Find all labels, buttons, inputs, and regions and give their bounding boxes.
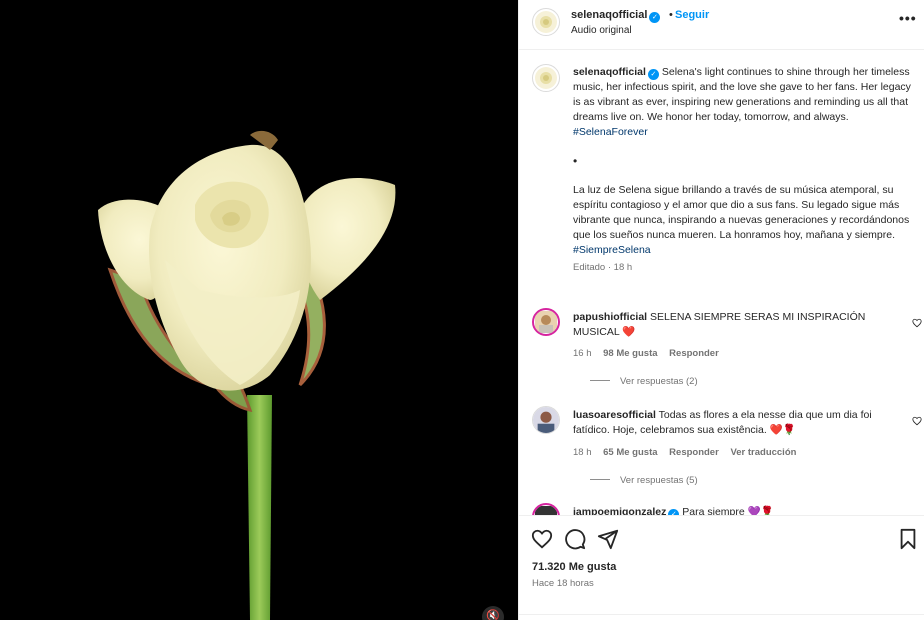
comment-likes[interactable]: 65 Me gusta	[603, 447, 657, 458]
comment-meta: 18 h 65 Me gusta Responder Ver traducció…	[573, 447, 805, 458]
like-comment-heart-icon[interactable]	[912, 318, 922, 328]
edited-timestamp: Editado · 18 h	[573, 262, 633, 273]
heart-icon[interactable]	[531, 528, 553, 550]
replies-divider	[590, 479, 610, 480]
post-timestamp: Hace 18 horas	[532, 578, 594, 589]
author-username[interactable]: selenaqofficial	[571, 9, 647, 21]
commenter-avatar[interactable]	[532, 308, 560, 336]
comment-likes[interactable]: 98 Me gusta	[603, 348, 657, 359]
comment-time: 18 h	[573, 447, 592, 458]
post-header: selenaqofficial ✓ • Seguir Audio original…	[519, 0, 924, 50]
verified-badge-icon: ✓	[647, 69, 659, 80]
caption-text-spanish: La luz de Selena sigue brillando a travé…	[573, 184, 910, 241]
comment-username[interactable]: papushiofficial	[573, 311, 647, 323]
person-avatar-icon	[535, 506, 557, 515]
comment-body: luasoaresofficial Todas as flores a ela …	[573, 408, 903, 438]
hashtag-link[interactable]: #SiempreSelena	[573, 243, 917, 258]
follow-button[interactable]: Seguir	[675, 9, 709, 21]
reply-button[interactable]: Responder	[669, 447, 719, 458]
share-send-icon[interactable]	[597, 528, 619, 550]
replies-divider	[590, 380, 610, 381]
comment-emoji: 💜🌹	[747, 506, 774, 515]
post-like-count[interactable]: 71.320 Me gusta	[532, 561, 616, 573]
more-options-icon[interactable]: •••	[899, 10, 917, 26]
comment-time: 16 h	[573, 348, 592, 359]
instagram-post-view: 🔇 selenaqofficial ✓ • Seguir Audio origin…	[0, 0, 924, 620]
commenter-avatar[interactable]	[532, 503, 560, 515]
hashtag-link[interactable]: #SelenaForever	[573, 126, 648, 138]
translate-button[interactable]: Ver traducción	[730, 447, 796, 458]
white-rose-image	[98, 130, 396, 620]
comment-emoji: ❤️	[622, 326, 636, 338]
rose-avatar-icon	[535, 11, 557, 33]
audio-label[interactable]: Audio original	[571, 25, 632, 36]
caption-username[interactable]: selenaqofficial	[573, 66, 646, 78]
comment-body: papushiofficial SELENA SIEMPRE SERAS MI …	[573, 310, 903, 340]
view-replies-label[interactable]: Ver respuestas (2)	[620, 376, 698, 387]
comment-body: iampoemigonzalez ✓ Para siempre 💜🌹	[573, 505, 903, 515]
person-avatar-icon	[535, 311, 557, 333]
verified-badge-icon: ✓	[649, 11, 661, 23]
comment-emoji: ❤️🌹	[769, 424, 796, 436]
post-actions: 71.320 Me gusta Hace 18 horas	[519, 515, 924, 620]
person-avatar-icon	[533, 407, 559, 433]
rose-avatar-icon	[535, 67, 557, 89]
commenter-avatar[interactable]	[532, 406, 560, 434]
view-replies-button[interactable]: Ver respuestas (2)	[590, 376, 698, 387]
comment-text: Para siempre	[682, 506, 745, 515]
author-username-line[interactable]: selenaqofficial ✓	[571, 9, 661, 23]
comment-username[interactable]: luasoaresofficial	[573, 409, 656, 421]
comment-username[interactable]: iampoemigonzalez	[573, 506, 666, 515]
comments-scroll-area[interactable]: selenaqofficial ✓ Selena's light continue…	[519, 51, 924, 515]
post-media[interactable]: 🔇	[0, 0, 518, 620]
separator-dot: •	[669, 9, 673, 21]
view-replies-label[interactable]: Ver respuestas (5)	[620, 475, 698, 486]
comment-icon[interactable]	[564, 528, 586, 550]
add-comment-bar[interactable]	[519, 614, 924, 620]
comment-meta: 16 h 98 Me gusta Responder	[573, 348, 728, 359]
post-sidebar: selenaqofficial ✓ • Seguir Audio original…	[518, 0, 924, 620]
speaker-off-icon: 🔇	[486, 610, 500, 620]
bookmark-icon[interactable]	[897, 528, 919, 550]
caption-bullet: •	[573, 154, 578, 168]
caption-author-avatar[interactable]	[532, 64, 560, 92]
view-replies-button[interactable]: Ver respuestas (5)	[590, 475, 698, 486]
caption-body: selenaqofficial ✓ Selena's light continue…	[573, 65, 917, 275]
like-comment-heart-icon[interactable]	[912, 416, 922, 426]
author-avatar[interactable]	[532, 8, 560, 36]
reply-button[interactable]: Responder	[669, 348, 719, 359]
